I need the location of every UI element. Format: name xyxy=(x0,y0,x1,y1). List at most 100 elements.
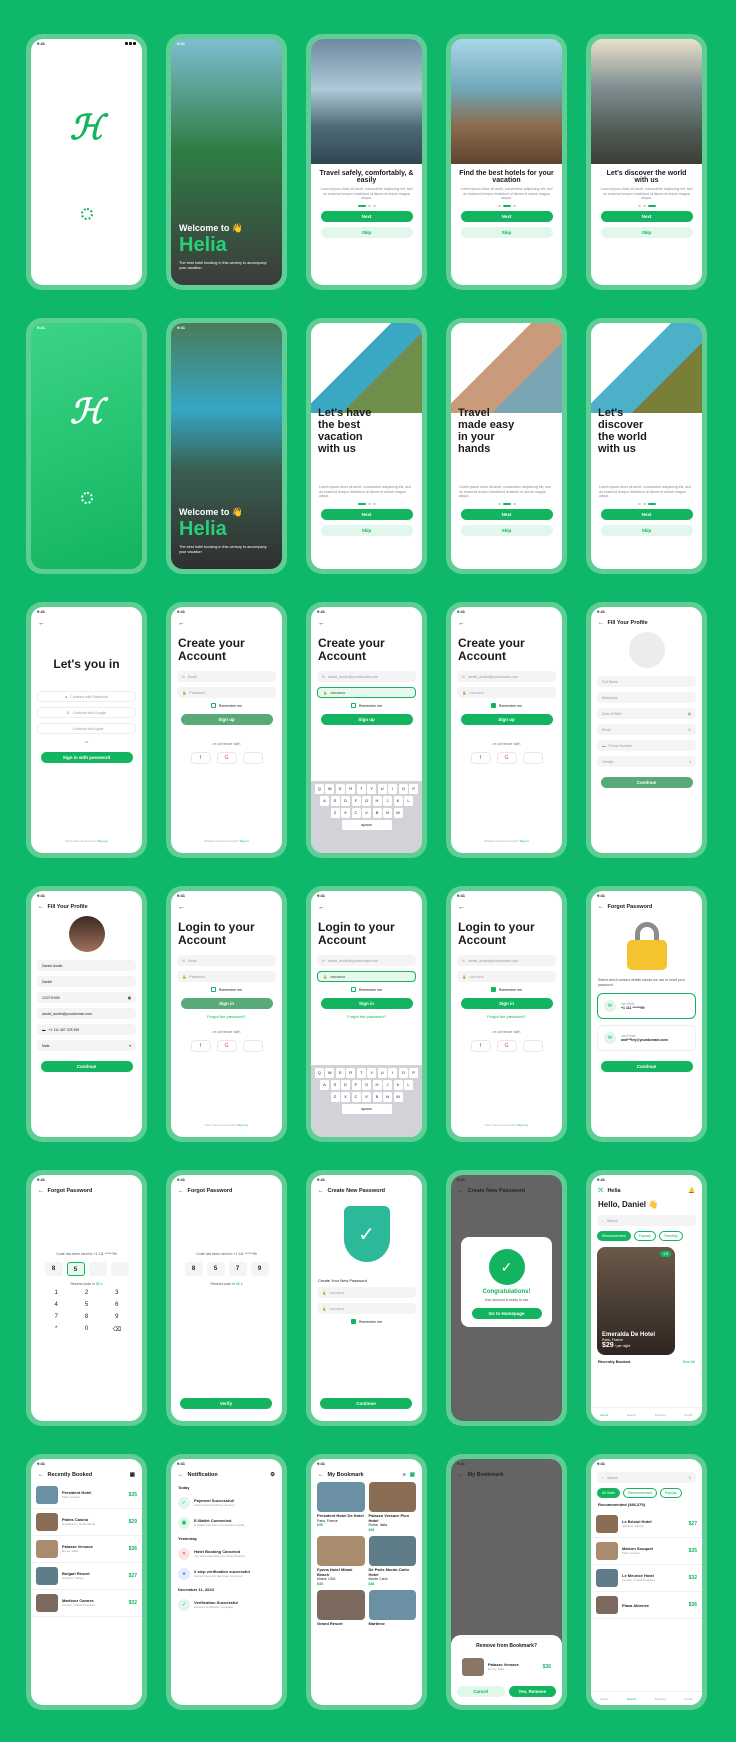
apple-icon[interactable] xyxy=(242,1040,263,1052)
next-button[interactable]: Next xyxy=(460,210,553,222)
bookmark-card[interactable]: Palazzo Versace Pico Hotel Rome, Italia $3… xyxy=(368,1482,416,1532)
password-field[interactable]: 🔒 •••••••••••• xyxy=(457,971,556,982)
back-arrow-icon[interactable]: ← xyxy=(38,904,44,910)
keypad-key[interactable]: ⌫ xyxy=(102,1326,132,1333)
otp-digit[interactable]: 9 xyxy=(250,1262,269,1276)
featured-hotel-card[interactable]: 4.8 Emeralda De Hotel Paris, France $29 … xyxy=(597,1247,675,1355)
sign-up-link[interactable]: Sign up xyxy=(98,839,108,843)
password-field[interactable]: 🔒 •••••••••••• xyxy=(457,687,556,698)
verify-button[interactable]: Verify xyxy=(180,1398,272,1409)
back-arrow-icon[interactable]: ← xyxy=(311,900,422,911)
back-arrow-icon[interactable]: ← xyxy=(38,1472,44,1478)
key-w[interactable]: W xyxy=(325,1068,335,1078)
key-y[interactable]: Y xyxy=(367,1068,377,1078)
grid-view-icon[interactable]: ▦ xyxy=(410,1472,415,1478)
next-button[interactable]: Next xyxy=(320,210,413,222)
hotel-row[interactable]: Martinez Cannes London, United Kingdom $32 xyxy=(31,1590,142,1617)
skip-button[interactable]: Skip xyxy=(320,226,413,238)
key-m[interactable]: M xyxy=(393,808,403,818)
key-b[interactable]: B xyxy=(372,808,382,818)
key-i[interactable]: I xyxy=(388,784,398,794)
hotel-row[interactable]: Maison Souquet Paris, France $35 xyxy=(591,1538,702,1565)
avatar-placeholder[interactable] xyxy=(628,632,665,668)
key-z[interactable]: Z xyxy=(330,808,340,818)
skip-button[interactable]: Skip xyxy=(600,524,693,536)
nav-search[interactable]: Search xyxy=(627,1697,637,1701)
skip-button[interactable]: Skip xyxy=(460,226,553,238)
email-field[interactable]: ✉ daniel_austin@yourdomain.com xyxy=(317,671,416,682)
key-g[interactable]: G xyxy=(362,796,371,806)
sign-in-password-button[interactable]: Sign in with password xyxy=(40,752,133,763)
chip-popular[interactable]: Popular xyxy=(633,1231,656,1241)
nickname-field[interactable]: Nickname xyxy=(597,692,696,703)
list-view-icon[interactable]: ≡ xyxy=(403,1472,406,1478)
hotel-row[interactable]: Palms Casino Amsterdam, Netherlands $29 xyxy=(31,1509,142,1536)
key-x[interactable]: X xyxy=(341,808,350,818)
key-p[interactable]: P xyxy=(409,784,419,794)
key-u[interactable]: U xyxy=(377,1068,387,1078)
keypad-key[interactable]: 7 xyxy=(41,1314,71,1320)
next-button[interactable]: Next xyxy=(320,508,413,520)
hotel-row[interactable]: President Hotel Paris, France $35 xyxy=(31,1482,142,1509)
bookmark-card[interactable]: Fpena Hotel Miami Beach Miami, USA $38 xyxy=(317,1536,365,1586)
full-name-field[interactable]: Daniel Austin xyxy=(37,960,136,971)
nav-home[interactable]: Home xyxy=(600,1413,608,1417)
password-field[interactable]: 🔒 •••••••••••• xyxy=(317,687,416,698)
key-a[interactable]: A xyxy=(320,1080,329,1090)
key-s[interactable]: S xyxy=(330,796,340,806)
search-input[interactable]: ⌕ Search ⇅ xyxy=(597,1472,696,1483)
key-s[interactable]: S xyxy=(330,1080,340,1090)
facebook-icon[interactable]: f xyxy=(190,752,211,764)
back-arrow-icon[interactable]: ← xyxy=(598,904,604,910)
key-k[interactable]: K xyxy=(393,796,403,806)
chip-trending[interactable]: Trending xyxy=(658,1231,683,1241)
remember-checkbox[interactable] xyxy=(350,703,356,708)
otp-digit[interactable]: 8 xyxy=(44,1262,63,1276)
keypad-key[interactable]: 8 xyxy=(71,1314,101,1320)
otp-digit[interactable]: 5 xyxy=(206,1262,225,1276)
key-q[interactable]: Q xyxy=(314,784,324,794)
notification-item[interactable]: ✓ Payment Successful! Laluna Hotel booking… xyxy=(171,1493,282,1513)
notification-item[interactable]: ✓ Verification Successful Account verifica… xyxy=(171,1595,282,1615)
back-arrow-icon[interactable]: ← xyxy=(171,900,282,911)
email-field[interactable]: ✉ daniel_austin@yourdomain.com xyxy=(457,671,556,682)
email-field[interactable]: ✉ Email xyxy=(177,671,276,682)
key-t[interactable]: T xyxy=(356,784,366,794)
gender-select[interactable]: Gender ▾ xyxy=(597,756,696,767)
key-j[interactable]: J xyxy=(383,796,392,806)
email-field[interactable]: daniel_austin@yourdomain.com xyxy=(37,1008,136,1019)
bookmark-card[interactable]: Grand Resort xyxy=(317,1590,365,1627)
forgot-password-link[interactable]: Forgot the password? xyxy=(171,1014,282,1019)
key-r[interactable]: R xyxy=(346,1068,356,1078)
otp-input[interactable]: 8579 xyxy=(171,1262,282,1276)
keypad-key[interactable]: 2 xyxy=(71,1290,101,1296)
back-arrow-icon[interactable]: ← xyxy=(38,1188,44,1194)
password-field[interactable]: 🔒 Password xyxy=(177,687,276,698)
key-k[interactable]: K xyxy=(393,1080,403,1090)
space-key[interactable]: space xyxy=(341,820,392,830)
key-d[interactable]: D xyxy=(341,796,350,806)
key-j[interactable]: J xyxy=(383,1080,392,1090)
back-arrow-icon[interactable]: ← xyxy=(451,900,562,911)
sign-up-button[interactable]: Sign up xyxy=(460,714,553,725)
email-field[interactable]: ✉ daniel_austin@yourdomain.com xyxy=(317,955,416,966)
google-icon[interactable]: G xyxy=(496,752,517,764)
apple-icon[interactable] xyxy=(522,1040,543,1052)
key-g[interactable]: G xyxy=(362,1080,371,1090)
back-arrow-icon[interactable]: ← xyxy=(311,616,422,627)
space-key[interactable]: space xyxy=(341,1104,392,1114)
settings-icon[interactable]: ⚙ xyxy=(270,1472,275,1478)
nav-search[interactable]: Search xyxy=(627,1413,637,1417)
dob-field[interactable]: 12/27/1995 ▦ xyxy=(37,992,136,1003)
next-button[interactable]: Next xyxy=(600,210,693,222)
key-o[interactable]: O xyxy=(398,784,408,794)
key-f[interactable]: F xyxy=(351,796,361,806)
go-home-button[interactable]: Go to Homepage xyxy=(471,1308,542,1319)
chip-recommended[interactable]: Recommended xyxy=(623,1488,657,1498)
otp-digit[interactable]: 8 xyxy=(184,1262,203,1276)
nav-home[interactable]: Home xyxy=(600,1697,608,1701)
key-p[interactable]: P xyxy=(409,1068,419,1078)
keypad-key[interactable]: 0 xyxy=(71,1326,101,1333)
key-r[interactable]: R xyxy=(346,784,356,794)
search-input[interactable]: ⌕ Search xyxy=(597,1215,696,1226)
